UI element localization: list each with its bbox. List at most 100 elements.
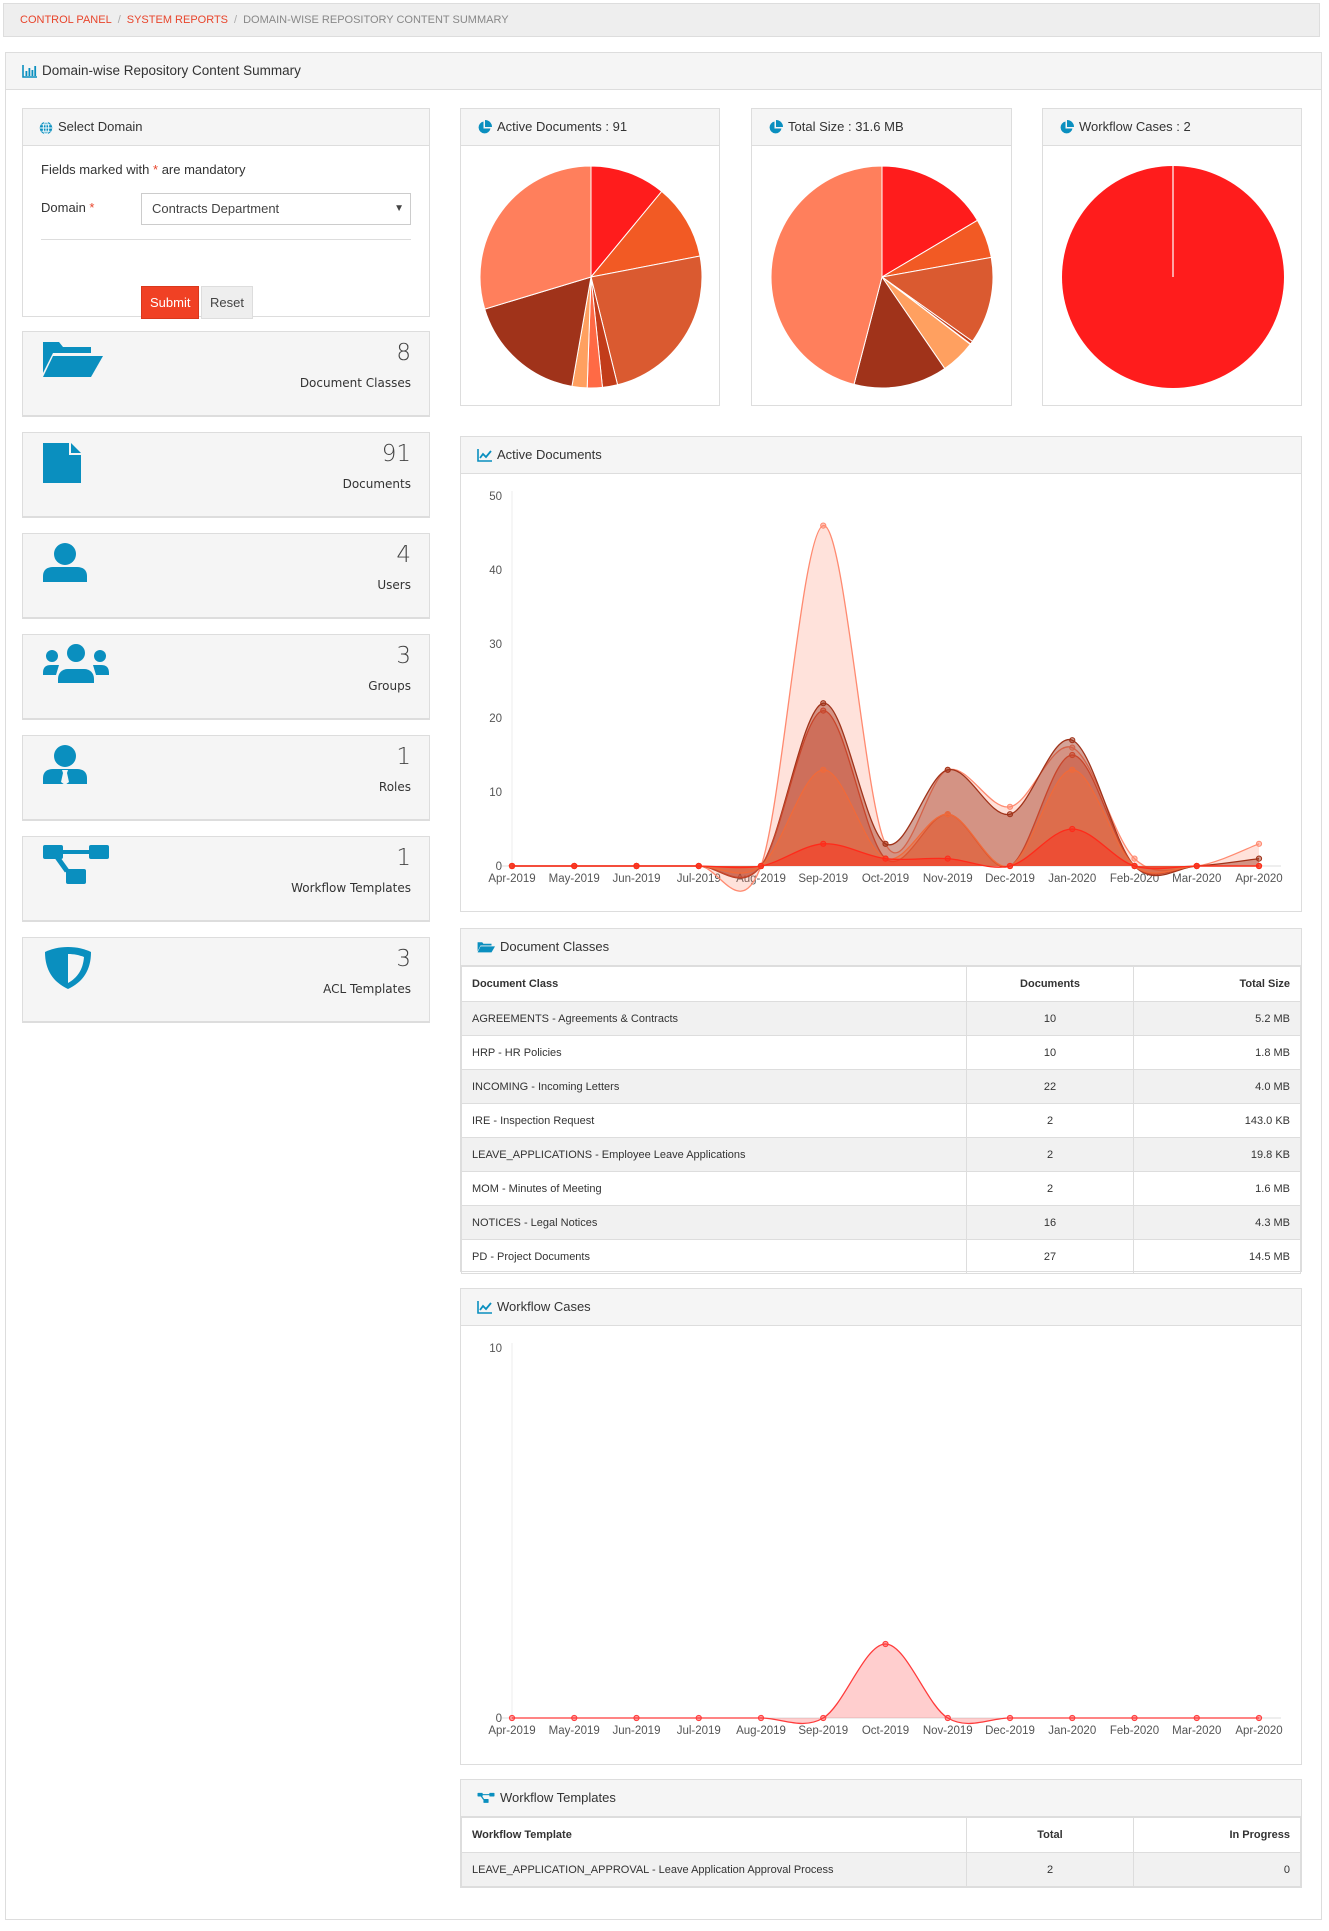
column-header-in-progress[interactable]: In Progress xyxy=(1133,1817,1301,1853)
data-point[interactable] xyxy=(508,862,516,870)
series-line xyxy=(511,524,1260,892)
cell-documents: 10 xyxy=(966,1001,1134,1036)
data-point[interactable] xyxy=(1069,766,1076,773)
stat-card-users[interactable]: 4 Users xyxy=(22,533,430,619)
panel-header: Document Classes xyxy=(461,929,1301,966)
domain-label-text: Domain xyxy=(41,200,86,215)
data-point[interactable] xyxy=(571,1714,578,1722)
x-tick-label: Apr-2020 xyxy=(1235,1725,1282,1737)
data-point[interactable] xyxy=(1006,1714,1014,1722)
table-row[interactable]: PD - Project Documents 27 14.5 MB xyxy=(461,1239,1301,1274)
stat-value: 1 xyxy=(396,744,411,770)
active-documents-pie xyxy=(479,165,703,389)
stat-card-acl-templates[interactable]: 3 ACL Templates xyxy=(22,937,430,1023)
required-star: * xyxy=(89,200,95,215)
breadcrumb-system-reports[interactable]: System Reports xyxy=(127,14,228,26)
submit-button[interactable]: Submit xyxy=(141,286,200,319)
domain-select-value: Contracts Department xyxy=(152,201,280,216)
cell-documents: 10 xyxy=(966,1035,1134,1070)
x-tick-label: Jul-2019 xyxy=(677,873,721,885)
x-tick-label: Dec-2019 xyxy=(985,1725,1035,1737)
page-title: Domain-wise Repository Content Summary xyxy=(42,63,301,78)
data-point[interactable] xyxy=(1069,737,1076,744)
data-point[interactable] xyxy=(757,862,765,870)
data-point[interactable] xyxy=(820,1714,827,1722)
stat-card-groups[interactable]: 3 Groups xyxy=(22,634,430,720)
data-point[interactable] xyxy=(944,811,951,818)
data-point[interactable] xyxy=(820,840,827,847)
data-point[interactable] xyxy=(820,700,827,707)
stat-card-roles[interactable]: 1 Roles xyxy=(22,735,430,821)
table-row[interactable]: MOM - Minutes of Meeting 2 1.6 MB xyxy=(461,1171,1301,1206)
data-point[interactable] xyxy=(1131,1714,1138,1722)
data-point[interactable] xyxy=(1006,862,1014,870)
y-tick-label: 40 xyxy=(489,565,502,577)
data-point[interactable] xyxy=(1069,825,1076,833)
table-row[interactable]: HRP - HR Policies 10 1.8 MB xyxy=(461,1035,1301,1070)
data-point[interactable] xyxy=(1255,840,1263,847)
table-row[interactable]: LEAVE_APPLICATIONS - Employee Leave Appl… xyxy=(461,1137,1301,1172)
data-point[interactable] xyxy=(820,522,827,529)
data-point[interactable] xyxy=(508,1714,516,1722)
mandatory-note: Fields marked with * are mandatory xyxy=(41,162,246,177)
data-point[interactable] xyxy=(944,1714,951,1722)
stat-card-documents[interactable]: 91 Documents xyxy=(22,432,430,518)
breadcrumb-control-panel[interactable]: Control Panel xyxy=(20,14,112,26)
x-tick-label: Sep-2019 xyxy=(798,873,848,885)
stat-label: Roles xyxy=(378,780,411,794)
panel-title: Active Documents : 91 xyxy=(497,119,628,134)
column-header-total[interactable]: Total xyxy=(966,1817,1134,1853)
data-point[interactable] xyxy=(882,840,889,847)
cell-in-progress: 0 xyxy=(1133,1852,1301,1887)
data-point[interactable] xyxy=(633,1714,640,1722)
folder-open-icon xyxy=(477,942,495,953)
cell-documents: 2 xyxy=(966,1103,1134,1138)
data-point[interactable] xyxy=(571,862,578,870)
cell-document-class: HRP - HR Policies xyxy=(461,1035,967,1070)
data-point[interactable] xyxy=(695,1714,702,1722)
x-tick-label: Nov-2019 xyxy=(923,873,973,885)
data-point[interactable] xyxy=(1255,1714,1263,1722)
data-point[interactable] xyxy=(757,1714,765,1722)
mandatory-prefix: Fields marked with xyxy=(41,162,150,177)
data-point[interactable] xyxy=(695,862,702,870)
data-point[interactable] xyxy=(820,707,827,714)
data-point[interactable] xyxy=(1255,855,1263,862)
data-point[interactable] xyxy=(1131,862,1138,870)
x-tick-label: Sep-2019 xyxy=(798,1725,848,1737)
workflow-cases-pie xyxy=(1062,166,1284,388)
panel-header: Workflow Templates xyxy=(461,1780,1301,1817)
column-header-document-class[interactable]: Document Class xyxy=(461,966,967,1002)
data-point[interactable] xyxy=(944,855,951,862)
column-header-workflow-template[interactable]: Workflow Template xyxy=(461,1817,967,1853)
domain-select[interactable]: Contracts Department ▼ xyxy=(141,193,411,225)
panel-header: Workflow Cases : 2 xyxy=(1043,109,1301,146)
table-row[interactable]: LEAVE_APPLICATION_APPROVAL - Leave Appli… xyxy=(461,1852,1301,1887)
data-point[interactable] xyxy=(633,862,640,870)
table-row[interactable]: NOTICES - Legal Notices 16 4.3 MB xyxy=(461,1205,1301,1240)
column-header-total-size[interactable]: Total Size xyxy=(1133,966,1301,1002)
data-point[interactable] xyxy=(820,766,827,773)
column-header-documents[interactable]: Documents xyxy=(966,966,1134,1002)
data-point[interactable] xyxy=(882,855,889,862)
x-tick-label: Jun-2019 xyxy=(613,873,661,885)
data-point[interactable] xyxy=(1255,862,1263,870)
data-point[interactable] xyxy=(1069,751,1076,759)
stat-card-document-classes[interactable]: 8 Document Classes xyxy=(22,331,430,417)
series-area xyxy=(512,703,1259,879)
workflow-cases-pie-panel: Workflow Cases : 2 xyxy=(1042,108,1302,406)
data-point[interactable] xyxy=(1006,803,1014,810)
data-point[interactable] xyxy=(882,1640,889,1648)
panel-title: Total Size : 31.6 MB xyxy=(788,119,904,134)
data-point[interactable] xyxy=(1131,855,1138,862)
reset-button[interactable]: Reset xyxy=(201,286,253,319)
data-point[interactable] xyxy=(1069,1714,1076,1722)
data-point[interactable] xyxy=(1193,862,1200,870)
table-row[interactable]: INCOMING - Incoming Letters 22 4.0 MB xyxy=(461,1069,1301,1104)
data-point[interactable] xyxy=(944,766,951,773)
stat-card-workflow-templates[interactable]: 1 Workflow Templates xyxy=(22,836,430,922)
table-row[interactable]: IRE - Inspection Request 2 143.0 KB xyxy=(461,1103,1301,1138)
table-row[interactable]: AGREEMENTS - Agreements & Contracts 10 5.2… xyxy=(461,1001,1301,1036)
data-point[interactable] xyxy=(1193,1714,1200,1722)
data-point[interactable] xyxy=(1006,811,1014,818)
